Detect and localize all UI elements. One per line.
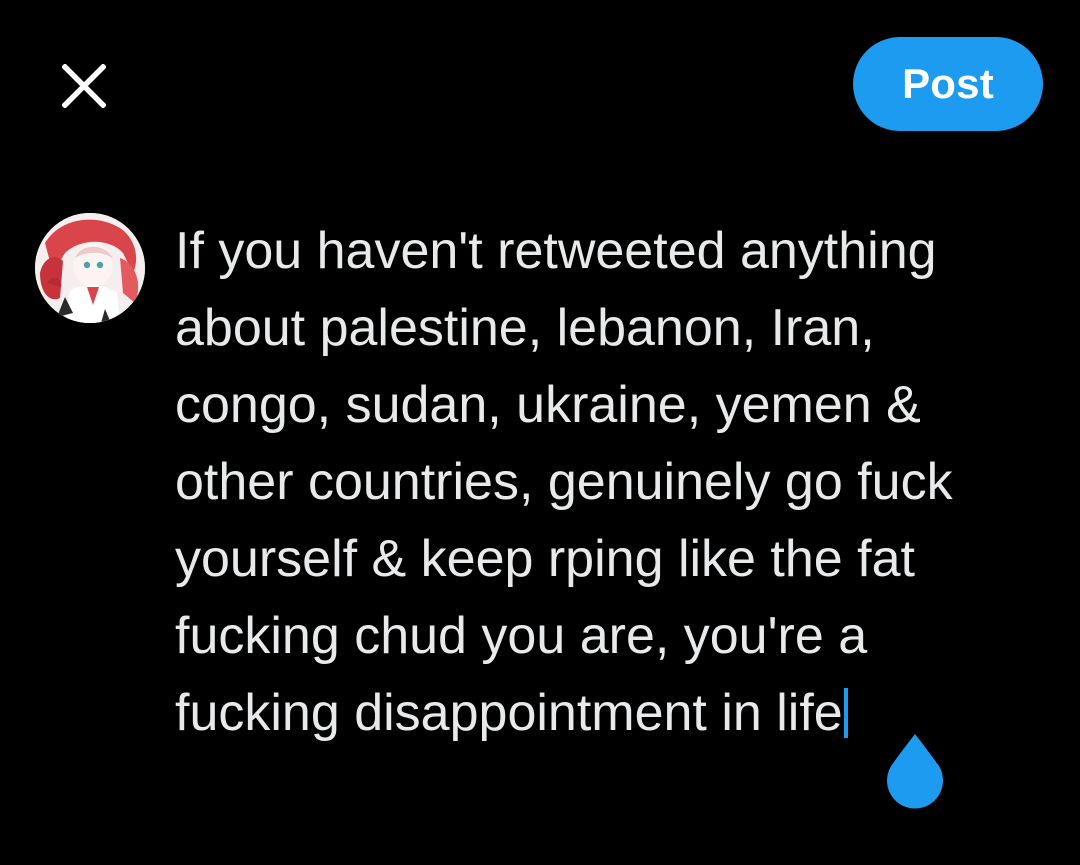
- post-text-line-content: fucking disappointment in life: [175, 684, 843, 742]
- post-text-line: about palestine, lebanon, Iran,: [175, 299, 875, 357]
- avatar[interactable]: [35, 213, 145, 323]
- post-text-line: other countries, genuinely go fuck: [175, 453, 953, 511]
- post-text-line: congo, sudan, ukraine, yemen &: [175, 376, 921, 434]
- avatar-image: [35, 213, 145, 323]
- text-cursor-handle-icon: [887, 734, 943, 809]
- post-button[interactable]: Post: [853, 37, 1043, 131]
- post-text-line: fucking chud you are, you're a: [175, 607, 868, 665]
- text-cursor-handle[interactable]: [884, 732, 946, 812]
- close-icon: [62, 64, 106, 108]
- close-button[interactable]: [52, 54, 116, 118]
- post-text-input[interactable]: If you haven't retweeted anything about …: [175, 213, 1055, 752]
- post-text-line: If you haven't retweeted anything: [175, 222, 937, 280]
- post-text-line: yourself & keep rping like the fat: [175, 530, 915, 588]
- text-caret: [843, 688, 848, 738]
